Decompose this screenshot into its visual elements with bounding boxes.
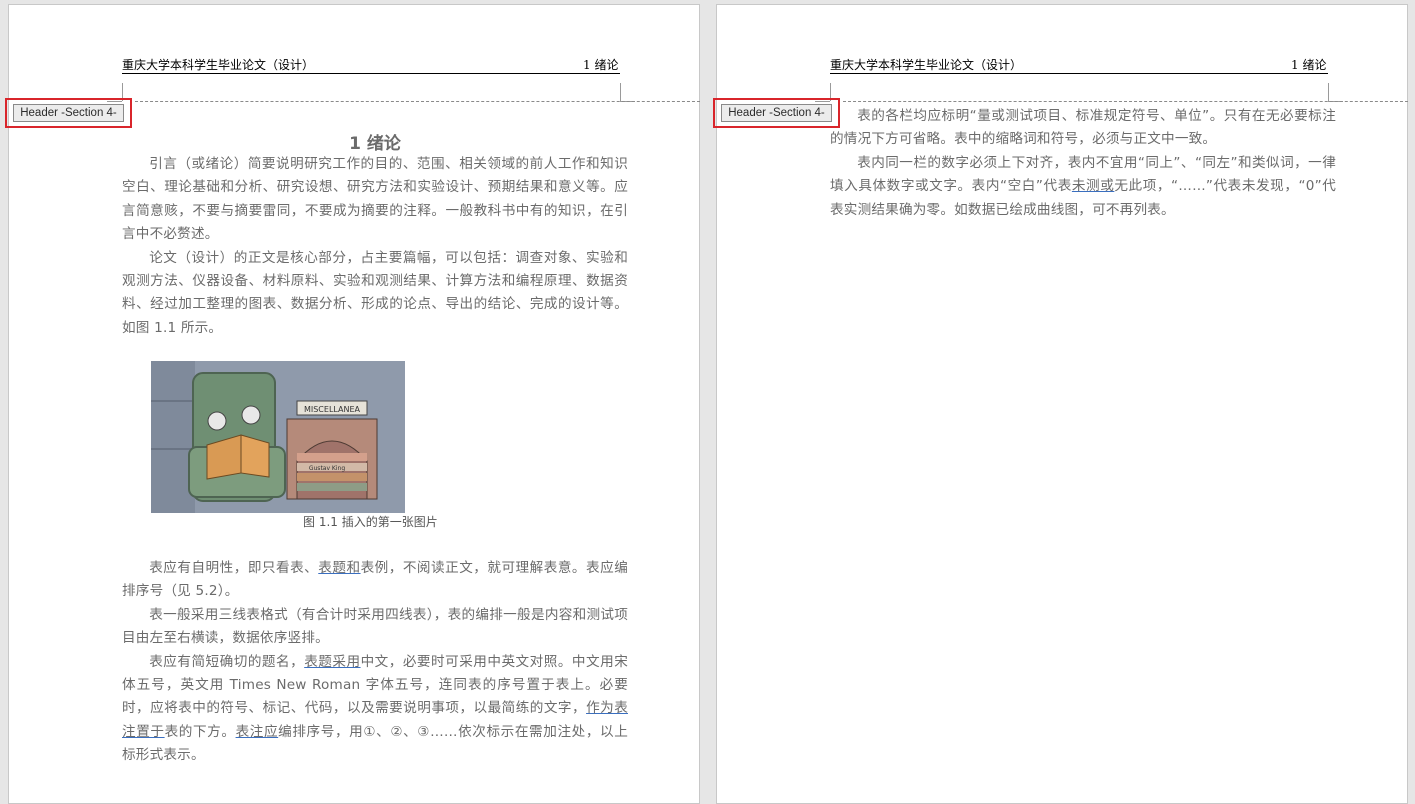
body-text-page2[interactable]: 表的各栏均应标明“量或测试项目、标准规定符号、单位”。只有在无必要标注的情况下方… xyxy=(830,105,1336,222)
proofing-underline[interactable]: 表题和 xyxy=(318,560,360,576)
document-page-1[interactable]: 重庆大学本科学生毕业论文（设计） 1 绪论 Header -Section 4-… xyxy=(5,4,700,804)
header-title: 重庆大学本科学生毕业论文（设计） xyxy=(830,58,1023,72)
proofing-underline[interactable]: 表注应 xyxy=(236,724,279,740)
header-chapter: 1 绪论 xyxy=(583,58,619,72)
figure-caption: 图 1.1 插入的第一张图片 xyxy=(303,515,438,529)
header-section-highlight: Header -Section 4- xyxy=(713,98,840,128)
figure-sign-text: MISCELLANEA xyxy=(304,405,361,414)
header-title: 重庆大学本科学生毕业论文（设计） xyxy=(122,58,315,72)
proofing-underline[interactable]: 表题采用 xyxy=(304,654,360,670)
figure-book-text: Gustav King xyxy=(309,465,345,472)
inserted-image[interactable]: MISCELLANEA Gustav King xyxy=(151,361,405,513)
paragraph-table-4: 表的各栏均应标明“量或测试项目、标准规定符号、单位”。只有在无必要标注的情况下方… xyxy=(830,108,1336,148)
margin-corner-right xyxy=(620,83,621,101)
paragraph-table-2: 表一般采用三线表格式（有合计时采用四线表），表的编排一般是内容和测试项目由左至右… xyxy=(122,606,628,647)
header-rule xyxy=(122,73,620,74)
body-text-top[interactable]: 引言（或绪论）简要说明研究工作的目的、范围、相关领域的前人工作和知识空白、理论基… xyxy=(122,153,628,340)
paragraph-body: 论文（设计）的正文是核心部分，占主要篇幅，可以包括：调查对象、实验和观测方法、仪… xyxy=(122,249,628,336)
body-text-bottom[interactable]: 表应有自明性，即只看表、表题和表例，不阅读正文，就可理解表意。表应编排序号（见 … xyxy=(122,557,628,768)
paragraph-table-3: 表应有简短确切的题名，表题采用中文，必要时可采用中英文对照。中文用宋体五号，英文… xyxy=(122,653,629,764)
header-section-highlight: Header -Section 4- xyxy=(5,98,132,128)
chapter-heading: 1 绪论 xyxy=(349,134,401,154)
paragraph-table-1: 表应有自明性，即只看表、表题和表例，不阅读正文，就可理解表意。表应编排序号（见 … xyxy=(122,560,628,600)
paragraph-table-5: 表内同一栏的数字必须上下对齐，表内不宜用“同上”、“同左”和类似词，一律填入具体… xyxy=(830,154,1336,218)
document-page-2[interactable]: 重庆大学本科学生毕业论文（设计） 1 绪论 Header -Section 4-… xyxy=(713,4,1408,804)
paragraph-intro: 引言（或绪论）简要说明研究工作的目的、范围、相关领域的前人工作和知识空白、理论基… xyxy=(122,156,628,243)
library-illustration: MISCELLANEA Gustav King xyxy=(151,361,405,513)
header-section-tag[interactable]: Header -Section 4- xyxy=(13,104,124,122)
header-boundary-line xyxy=(135,101,700,102)
header-rule xyxy=(830,73,1328,74)
margin-corner-right xyxy=(1328,83,1329,101)
header-chapter: 1 绪论 xyxy=(1291,58,1327,72)
header-section-tag[interactable]: Header -Section 4- xyxy=(721,104,832,122)
proofing-underline[interactable]: 未测或 xyxy=(1072,178,1115,194)
header-boundary-line xyxy=(843,101,1408,102)
